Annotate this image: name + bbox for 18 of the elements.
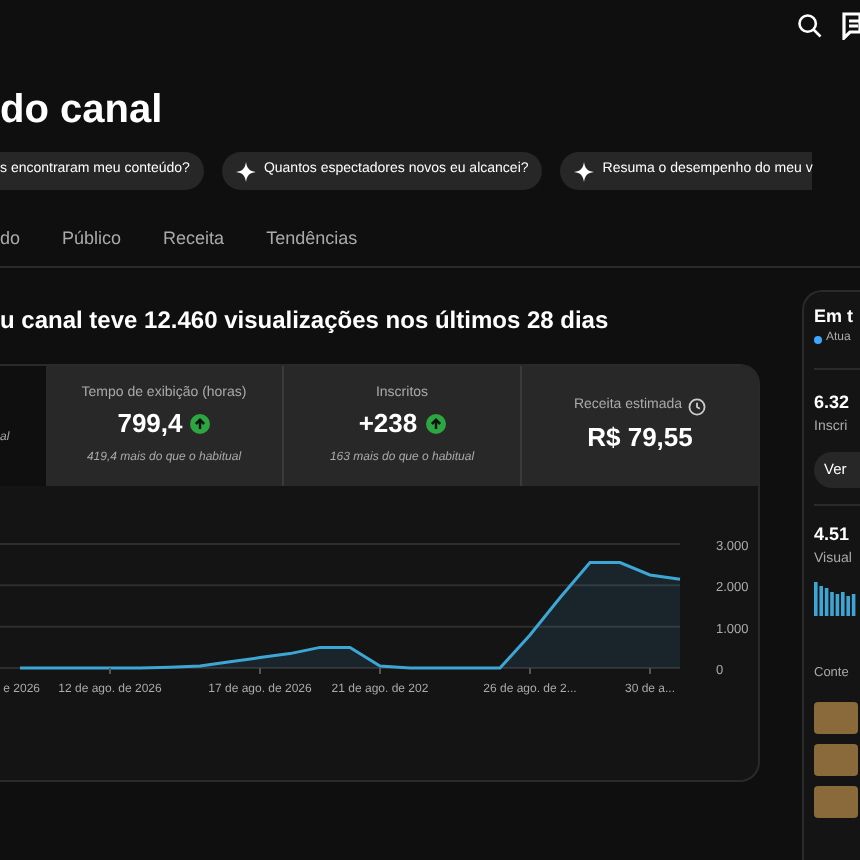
metric-value: R$ 79,55 <box>587 419 693 456</box>
video-thumbnail[interactable] <box>814 701 858 734</box>
headline: u canal teve 12.460 visualizações nos últimos 28 dias <box>0 304 609 336</box>
subscriber-count: 6.32 <box>814 390 850 414</box>
feedback-icon[interactable] <box>842 12 860 40</box>
bar-sparkline-drawing <box>814 580 858 616</box>
tab[interactable]: Tendências <box>266 222 358 266</box>
page-title: do canal <box>0 86 163 136</box>
search-icon[interactable] <box>796 12 824 40</box>
metric-value: 799,4 <box>117 406 183 443</box>
metric-value: +238 <box>358 406 418 443</box>
tab[interactable]: Público <box>62 222 122 266</box>
views-count: 4.51 <box>814 521 850 545</box>
tab[interactable]: do <box>0 222 21 266</box>
realtime-title: Em t <box>814 304 854 328</box>
tab[interactable]: Receita <box>163 222 225 266</box>
video-thumbnail[interactable] <box>814 743 858 776</box>
video-thumbnail[interactable] <box>814 785 858 818</box>
